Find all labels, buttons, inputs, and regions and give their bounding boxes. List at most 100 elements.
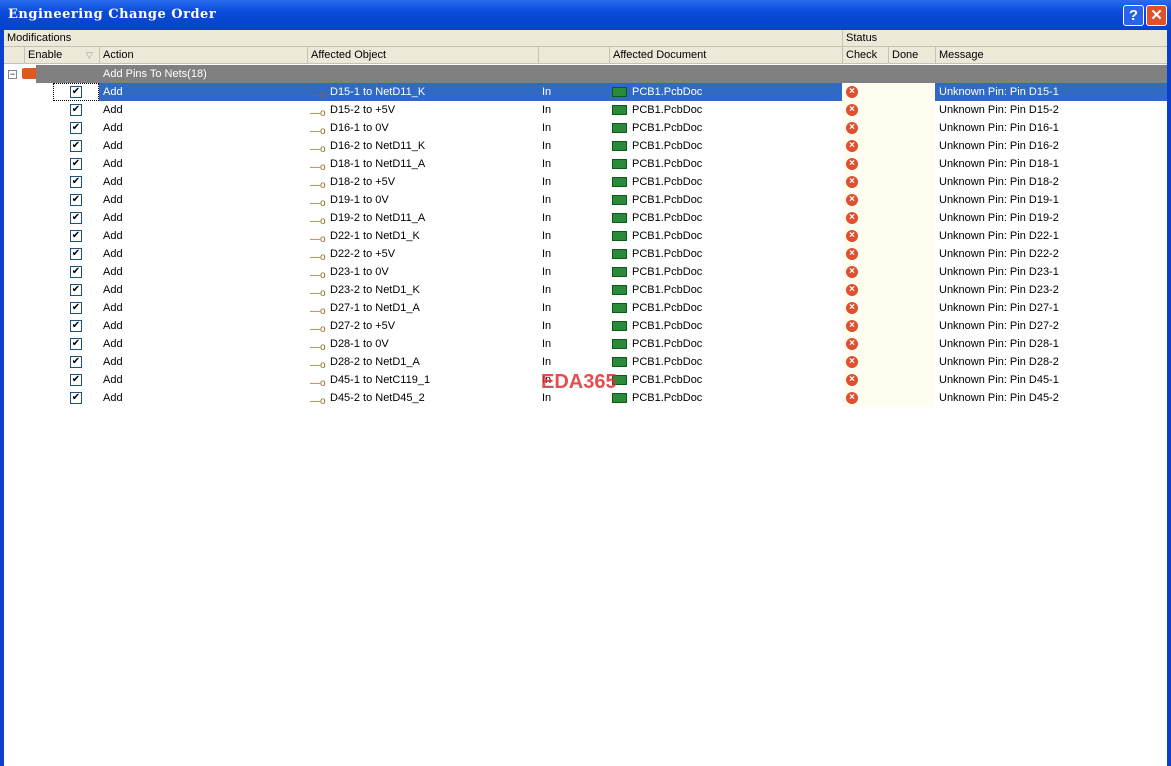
enable-checkbox[interactable]: ✔	[70, 356, 82, 368]
check-column-header[interactable]: Check	[842, 47, 888, 64]
done-column-header[interactable]: Done	[888, 47, 935, 64]
enable-checkbox[interactable]: ✔	[70, 392, 82, 404]
table-row[interactable]: × ✔ Add —o D15-2 to +5V In PCB1.PcbDoc U…	[4, 101, 1167, 119]
enable-checkbox[interactable]: ✔	[70, 338, 82, 350]
error-icon: ×	[846, 320, 858, 332]
pcb-document-icon	[612, 231, 627, 241]
action-cell: Add	[103, 140, 123, 152]
action-cell: Add	[103, 392, 123, 404]
collapse-toggle-icon[interactable]: −	[8, 70, 17, 79]
action-cell: Add	[103, 248, 123, 260]
enable-checkbox[interactable]: ✔	[70, 320, 82, 332]
check-cell: ×	[842, 137, 935, 155]
affected-document-cell: PCB1.PcbDoc	[632, 176, 703, 188]
direction-cell: In	[542, 158, 552, 170]
affected-document-cell: PCB1.PcbDoc	[632, 356, 703, 368]
enable-checkbox[interactable]: ✔	[70, 302, 82, 314]
error-icon: ×	[846, 176, 858, 188]
check-cell: ×	[842, 155, 935, 173]
error-icon: ×	[846, 266, 858, 278]
pcb-document-icon	[612, 87, 627, 97]
action-column-header[interactable]: Action	[99, 47, 307, 64]
affected-document-cell: PCB1.PcbDoc	[632, 338, 703, 350]
check-cell: ×	[842, 209, 935, 227]
enable-checkbox[interactable]: ✔	[70, 140, 82, 152]
table-row[interactable]: × ✔ Add —o D18-1 to NetD11_A In PCB1.Pcb…	[4, 155, 1167, 173]
enable-checkbox[interactable]: ✔	[70, 86, 82, 98]
action-cell: Add	[103, 176, 123, 188]
group-label: Add Pins To Nets(18)	[103, 68, 207, 80]
affected-document-cell: PCB1.PcbDoc	[632, 86, 703, 98]
table-row[interactable]: × ✔ Add —o D27-2 to +5V In PCB1.PcbDoc U…	[4, 317, 1167, 335]
affected-object-cell: D19-1 to 0V	[330, 194, 389, 206]
affected-document-cell: PCB1.PcbDoc	[632, 374, 703, 386]
action-cell: Add	[103, 104, 123, 116]
error-icon: ×	[846, 104, 858, 116]
table-row[interactable]: × ✔ Add —o D28-2 to NetD1_A In PCB1.PcbD…	[4, 353, 1167, 371]
action-cell: Add	[103, 158, 123, 170]
affected-document-cell: PCB1.PcbDoc	[632, 266, 703, 278]
enable-column-header[interactable]: Enable ▽	[24, 47, 99, 64]
direction-cell: In	[542, 212, 552, 224]
enable-checkbox[interactable]: ✔	[70, 266, 82, 278]
enable-checkbox[interactable]: ✔	[70, 104, 82, 116]
column-header-row: Enable ▽ Action Affected Object Affected …	[4, 47, 1167, 64]
table-row[interactable]: × ✔ Add —o D16-2 to NetD11_K In PCB1.Pcb…	[4, 137, 1167, 155]
modifications-header: Modifications	[7, 32, 72, 44]
enable-checkbox[interactable]: ✔	[70, 374, 82, 386]
table-row[interactable]: × ✔ Add —o D23-1 to 0V In PCB1.PcbDoc Un…	[4, 263, 1167, 281]
action-cell: Add	[103, 122, 123, 134]
enable-checkbox[interactable]: ✔	[70, 284, 82, 296]
table-row[interactable]: × ✔ Add —o D27-1 to NetD1_A In PCB1.PcbD…	[4, 299, 1167, 317]
message-cell: Unknown Pin: Pin D16-2	[939, 140, 1059, 152]
direction-cell: In	[542, 356, 552, 368]
message-cell: Unknown Pin: Pin D45-1	[939, 374, 1059, 386]
table-row[interactable]: × ✔ Add —o D28-1 to 0V In PCB1.PcbDoc Un…	[4, 335, 1167, 353]
action-cell: Add	[103, 320, 123, 332]
affected-object-cell: D16-2 to NetD11_K	[330, 140, 426, 152]
affected-object-cell: D22-2 to +5V	[330, 248, 396, 260]
affected-document-column-header[interactable]: Affected Document	[609, 47, 842, 64]
direction-cell: In	[542, 194, 552, 206]
enable-checkbox[interactable]: ✔	[70, 212, 82, 224]
enable-checkbox[interactable]: ✔	[70, 176, 82, 188]
table-row[interactable]: × ✔ Add —o D19-2 to NetD11_A In PCB1.Pcb…	[4, 209, 1167, 227]
message-cell: Unknown Pin: Pin D28-2	[939, 356, 1059, 368]
close-button[interactable]: ✕	[1146, 5, 1167, 26]
pcb-document-icon	[612, 285, 627, 295]
table-row[interactable]: × ✔ Add —o D23-2 to NetD1_K In PCB1.PcbD…	[4, 281, 1167, 299]
table-row[interactable]: × ✔ Add —o D22-2 to +5V In PCB1.PcbDoc U…	[4, 245, 1167, 263]
direction-cell: In	[542, 284, 552, 296]
affected-object-cell: D22-1 to NetD1_K	[330, 230, 420, 242]
direction-column-header[interactable]	[538, 47, 609, 64]
enable-checkbox[interactable]: ✔	[70, 230, 82, 242]
enable-checkbox[interactable]: ✔	[70, 158, 82, 170]
table-row[interactable]: × ✔ Add —o D15-1 to NetD11_K In PCB1.Pcb…	[4, 83, 1167, 101]
affected-object-cell: D28-1 to 0V	[330, 338, 389, 350]
direction-cell: In	[542, 140, 552, 152]
enable-checkbox[interactable]: ✔	[70, 248, 82, 260]
direction-cell: In	[542, 338, 552, 350]
enable-checkbox[interactable]: ✔	[70, 194, 82, 206]
enable-checkbox[interactable]: ✔	[70, 122, 82, 134]
help-button[interactable]: ?	[1123, 5, 1144, 26]
pcb-document-icon	[612, 105, 627, 115]
check-cell: ×	[842, 191, 935, 209]
group-row[interactable]: Add Pins To Nets(18)	[36, 65, 1167, 83]
group-header-row: Modifications Status	[4, 30, 1167, 47]
pcb-document-icon	[612, 303, 627, 313]
table-row[interactable]: × ✔ Add —o D22-1 to NetD1_K In PCB1.PcbD…	[4, 227, 1167, 245]
table-row[interactable]: × ✔ Add —o D19-1 to 0V In PCB1.PcbDoc Un…	[4, 191, 1167, 209]
pcb-document-icon	[612, 177, 627, 187]
check-cell: ×	[842, 227, 935, 245]
error-icon: ×	[846, 86, 858, 98]
table-row[interactable]: × ✔ Add —o D18-2 to +5V In PCB1.PcbDoc U…	[4, 173, 1167, 191]
error-icon: ×	[846, 212, 858, 224]
message-column-header[interactable]: Message	[935, 47, 1167, 64]
affected-object-column-header[interactable]: Affected Object	[307, 47, 538, 64]
table-row[interactable]: × ✔ Add —o D16-1 to 0V In PCB1.PcbDoc Un…	[4, 119, 1167, 137]
check-cell: ×	[842, 101, 935, 119]
check-cell: ×	[842, 83, 935, 101]
direction-cell: In	[542, 176, 552, 188]
check-cell: ×	[842, 335, 935, 353]
